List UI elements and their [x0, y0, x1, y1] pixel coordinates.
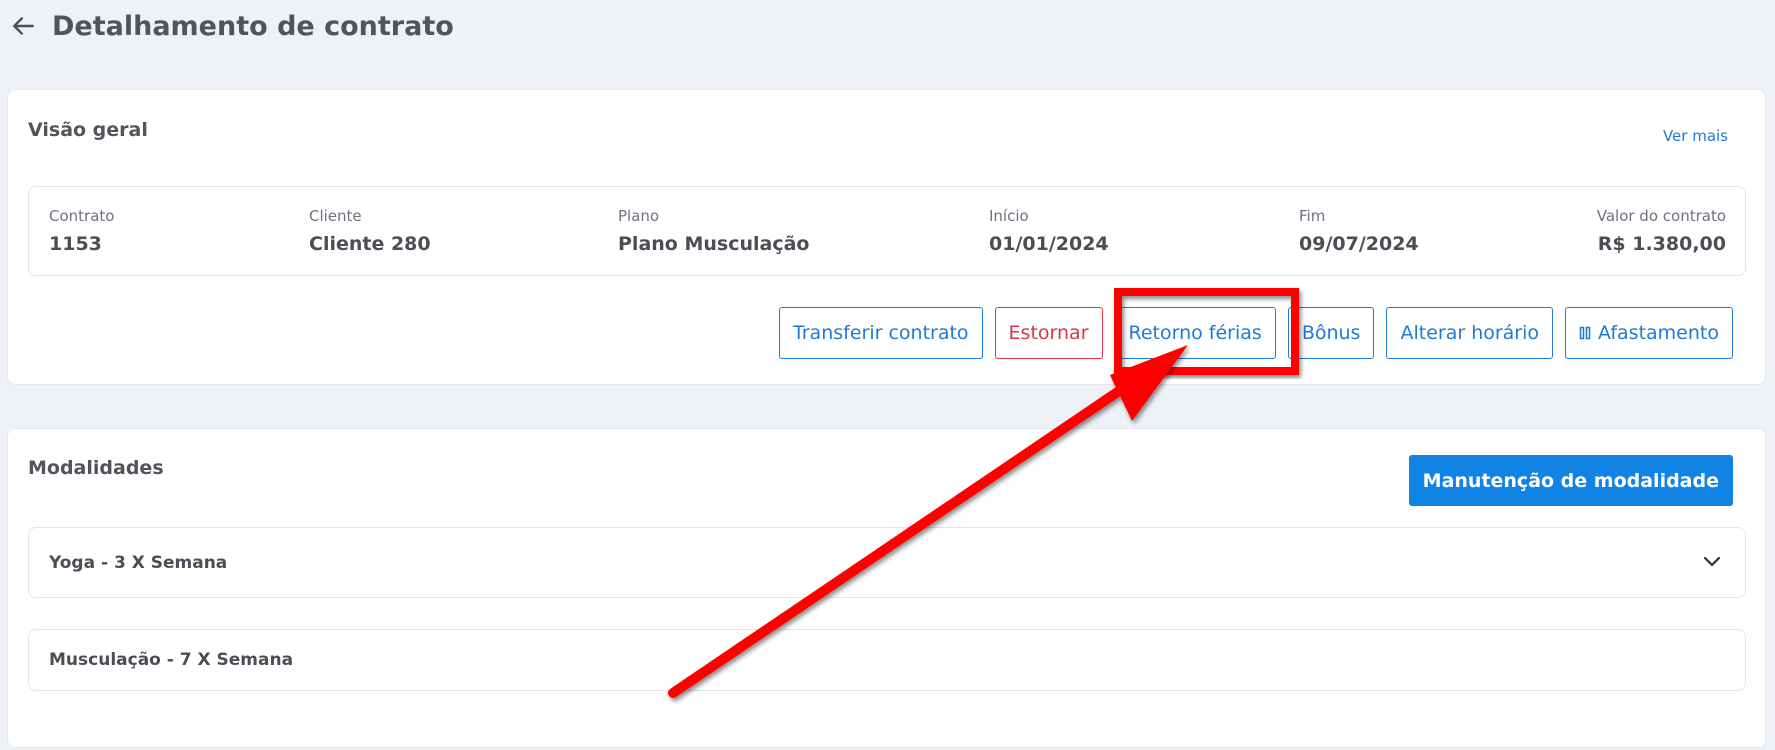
info-label: Valor do contrato	[1596, 207, 1726, 225]
modalidade-item-label: Musculação - 7 X Semana	[49, 650, 294, 670]
contract-actions: Transferir contrato Estornar Retorno fér…	[778, 307, 1733, 359]
bonus-button[interactable]: Bônus	[1287, 307, 1375, 359]
info-inicio: Início 01/01/2024	[989, 207, 1109, 256]
info-label: Contrato	[49, 207, 115, 225]
overview-card: Visão geral Ver mais Contrato 1153 Clien…	[7, 89, 1766, 385]
info-value: R$ 1.380,00	[1597, 233, 1726, 255]
alterar-horario-button[interactable]: Alterar horário	[1386, 307, 1554, 359]
contract-info-box: Contrato 1153 Cliente Cliente 280 Plano …	[28, 186, 1746, 276]
info-label: Plano	[618, 207, 660, 225]
info-valor-contrato: Valor do contrato R$ 1.380,00	[1597, 207, 1726, 256]
info-value: 1153	[49, 233, 102, 255]
pause-icon	[1579, 326, 1591, 340]
info-value: 09/07/2024	[1299, 233, 1419, 255]
page-header: Detalhamento de contrato	[8, 6, 454, 46]
arrow-left-icon	[13, 17, 34, 35]
info-label: Fim	[1299, 207, 1326, 225]
info-contrato: Contrato 1153	[49, 207, 114, 256]
page-title: Detalhamento de contrato	[52, 10, 454, 42]
info-label: Cliente	[309, 207, 362, 225]
chevron-down-icon[interactable]	[1702, 551, 1722, 575]
info-value: Cliente 280	[309, 233, 431, 255]
transferir-contrato-button[interactable]: Transferir contrato	[778, 307, 983, 359]
info-plano: Plano Plano Musculação	[618, 207, 809, 256]
info-value: 01/01/2024	[989, 233, 1109, 255]
manutencao-modalidade-button[interactable]: Manutenção de modalidade	[1408, 455, 1733, 506]
modalidade-item-musculacao[interactable]: Musculação - 7 X Semana	[28, 629, 1746, 691]
modalidades-card: Modalidades Manutenção de modalidade Yog…	[7, 428, 1766, 748]
estornar-button[interactable]: Estornar	[994, 307, 1103, 359]
back-button[interactable]	[8, 10, 40, 42]
info-cliente: Cliente Cliente 280	[309, 207, 431, 256]
info-value: Plano Musculação	[618, 233, 810, 255]
afastamento-button[interactable]: Afastamento	[1565, 307, 1733, 359]
modalidade-item-yoga[interactable]: Yoga - 3 X Semana	[28, 527, 1746, 598]
ver-mais-link[interactable]: Ver mais	[1663, 127, 1728, 145]
modalidades-title: Modalidades	[28, 457, 164, 479]
modalidade-item-label: Yoga - 3 X Semana	[49, 552, 228, 573]
overview-title: Visão geral	[28, 119, 148, 141]
info-fim: Fim 09/07/2024	[1299, 207, 1419, 256]
retorno-ferias-button[interactable]: Retorno férias	[1114, 307, 1276, 359]
afastamento-label: Afastamento	[1598, 322, 1719, 344]
info-label: Início	[989, 207, 1029, 225]
